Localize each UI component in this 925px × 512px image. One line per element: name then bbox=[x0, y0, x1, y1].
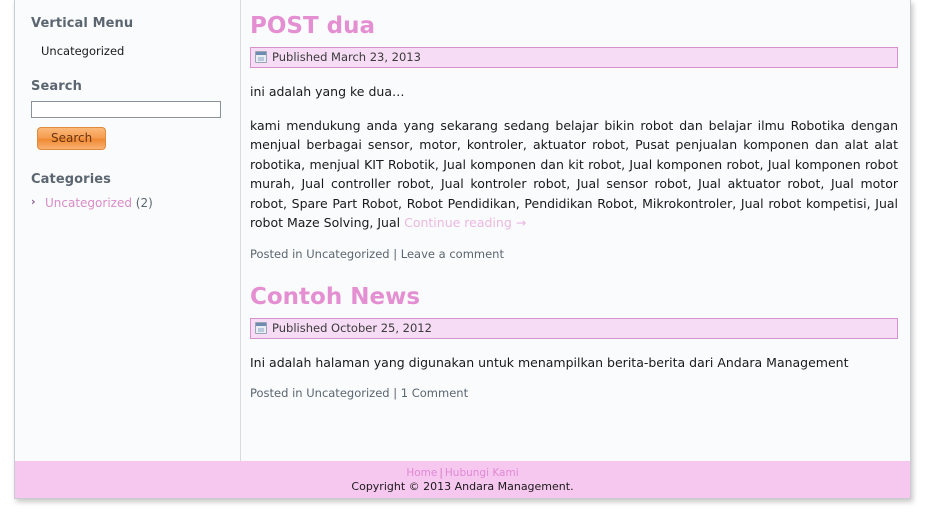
footer-link-contact[interactable]: Hubungi Kami bbox=[445, 467, 519, 479]
vertical-menu-link[interactable]: Uncategorized bbox=[41, 44, 124, 58]
search-button[interactable]: Search bbox=[37, 127, 107, 150]
footer-nav: Home | Hubungi Kami bbox=[15, 467, 910, 479]
page-container: Vertical Menu Uncategorized Search Searc… bbox=[14, 0, 911, 499]
post-intro-text: ini adalah yang ke dua… bbox=[250, 84, 405, 100]
post-meta-separator: | bbox=[389, 246, 401, 261]
post-title: Contoh News bbox=[250, 283, 421, 310]
footer-link-home[interactable]: Home bbox=[406, 467, 437, 479]
footer: Home | Hubungi Kami Copyright © 2013 Andar… bbox=[15, 461, 910, 498]
post-body-text: Ini adalah halaman yang digunakan untuk … bbox=[250, 354, 849, 370]
post-body-text: kami mendukung anda yang sekarang sedang… bbox=[250, 116, 898, 233]
vertical-menu-title: Vertical Menu bbox=[31, 16, 134, 31]
post-date-label: Published October 25, 2012 bbox=[272, 320, 432, 335]
post-meta-separator: | bbox=[389, 386, 401, 401]
vertical-menu-widget: Vertical Menu Uncategorized bbox=[31, 16, 240, 61]
search-widget-title: Search bbox=[31, 79, 82, 94]
footer-copyright: Copyright © 2013 Andara Management. bbox=[351, 480, 574, 493]
post-meta-prefix: Posted in bbox=[250, 386, 307, 401]
footer-separator: | bbox=[439, 467, 443, 479]
post-date-bar: Published October 25, 2012 bbox=[250, 317, 898, 339]
post-meta: Posted in Uncategorized | 1 Comment bbox=[250, 384, 898, 400]
search-input[interactable] bbox=[31, 101, 221, 118]
search-widget: Search Search bbox=[31, 79, 240, 150]
post-date-bar: Published March 23, 2013 bbox=[250, 47, 898, 69]
post-meta: Posted in Uncategorized | Leave a commen… bbox=[250, 245, 898, 261]
chevron-right-icon: › bbox=[31, 195, 36, 208]
calendar-icon bbox=[255, 321, 267, 334]
category-link[interactable]: Uncategorized bbox=[45, 196, 132, 210]
category-item[interactable]: › Uncategorized (2) bbox=[31, 194, 240, 212]
continue-reading-link[interactable]: Continue reading → bbox=[404, 215, 526, 230]
post-body-span: kami mendukung anda yang sekarang sedang… bbox=[250, 117, 898, 231]
post-meta-comments-link[interactable]: 1 Comment bbox=[401, 386, 468, 400]
post-meta-prefix: Posted in bbox=[250, 246, 307, 261]
post-title: POST dua bbox=[250, 13, 376, 39]
post-meta-category-link[interactable]: Uncategorized bbox=[306, 247, 389, 261]
post-article: POST dua Published March 23, 2013 ini ad… bbox=[250, 14, 898, 261]
categories-widget: Categories › Uncategorized (2) bbox=[31, 172, 240, 212]
categories-title: Categories bbox=[31, 172, 112, 187]
calendar-icon bbox=[255, 51, 267, 64]
vertical-menu-list: Uncategorized bbox=[31, 38, 240, 61]
post-meta-category-link[interactable]: Uncategorized bbox=[306, 386, 389, 400]
categories-list: › Uncategorized (2) bbox=[31, 194, 240, 212]
sidebar: Vertical Menu Uncategorized Search Searc… bbox=[15, 0, 241, 462]
sidebar-item-uncategorized[interactable]: Uncategorized bbox=[31, 38, 240, 61]
post-date-label: Published March 23, 2013 bbox=[272, 50, 421, 65]
category-count: (2) bbox=[135, 196, 153, 210]
main-content: POST dua Published March 23, 2013 ini ad… bbox=[241, 0, 910, 462]
content-row: Vertical Menu Uncategorized Search Searc… bbox=[15, 0, 910, 462]
post-meta-comments-link[interactable]: Leave a comment bbox=[401, 247, 504, 261]
post-article: Contoh News Published October 25, 2012 I… bbox=[250, 283, 898, 400]
